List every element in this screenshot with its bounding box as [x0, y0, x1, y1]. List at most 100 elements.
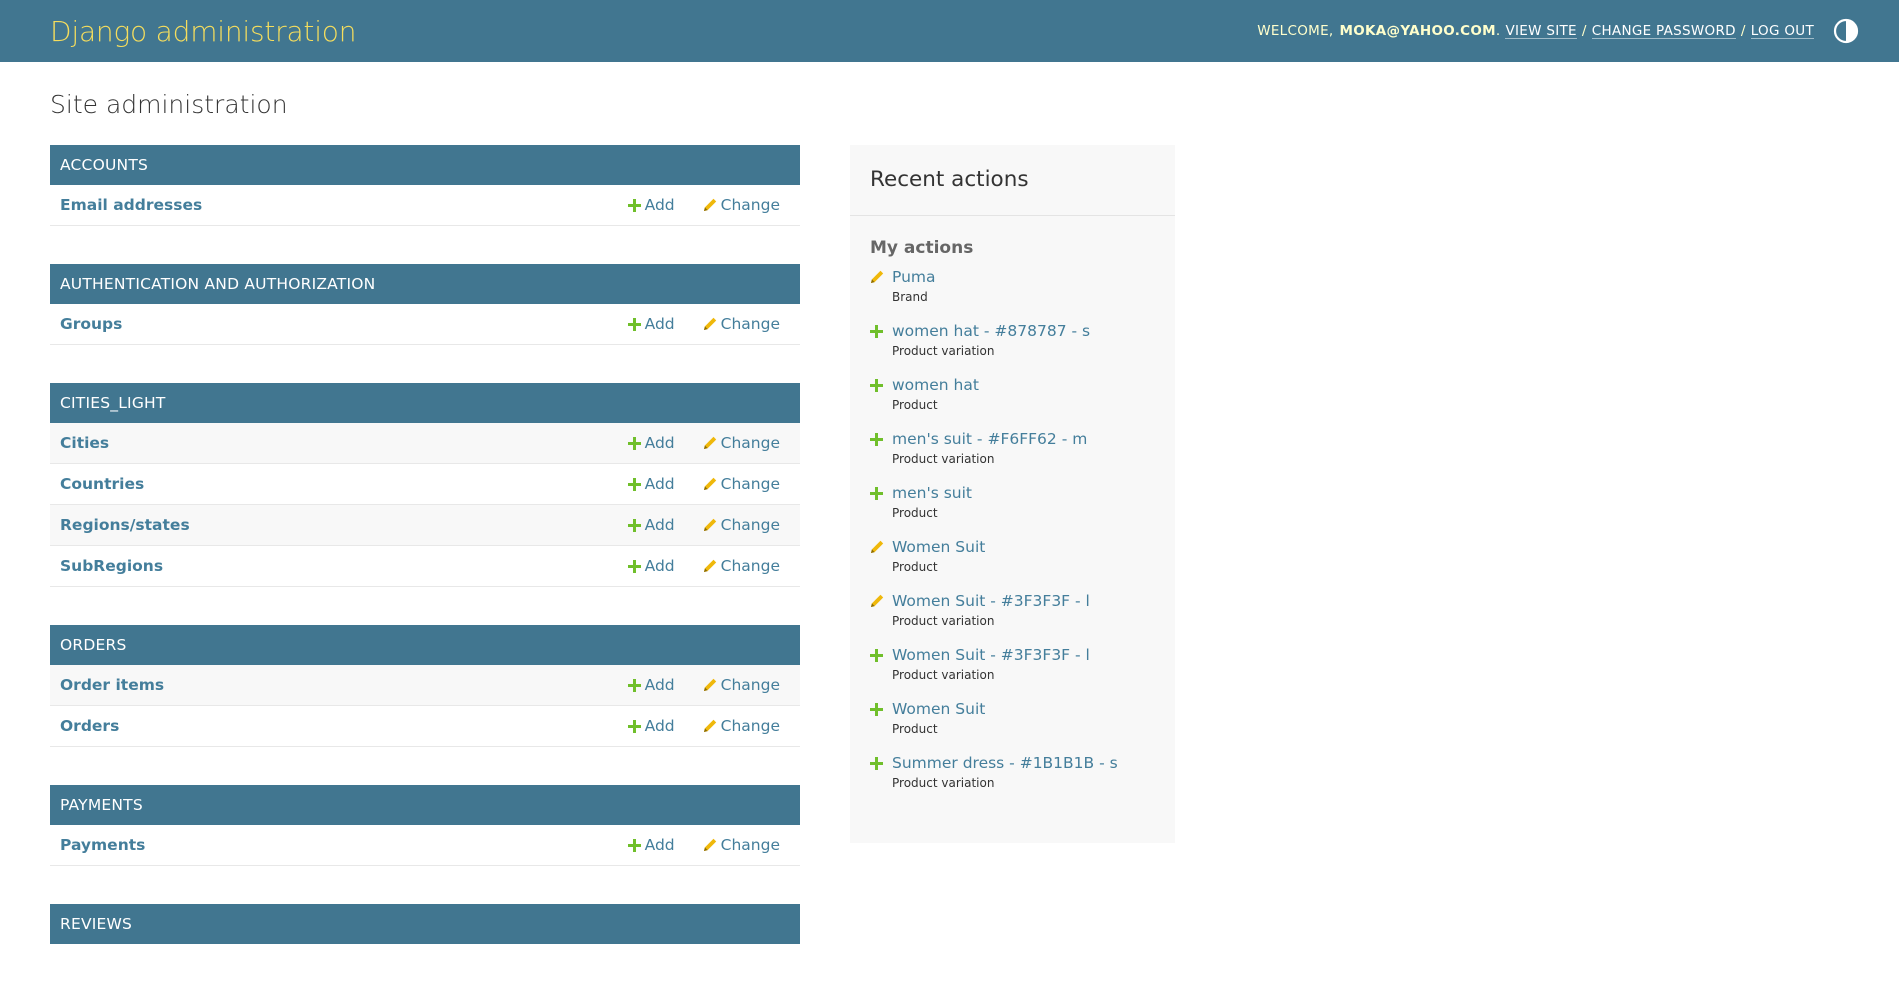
- action-item: women hat Product: [870, 374, 1155, 428]
- change-label: Change: [720, 434, 780, 452]
- model-name-link[interactable]: Countries: [60, 475, 628, 493]
- action-item: Women Suit Product: [870, 698, 1155, 752]
- separator: /: [1740, 23, 1746, 39]
- action-link[interactable]: women hat: [892, 374, 979, 396]
- change-label: Change: [720, 557, 780, 575]
- add-label: Add: [644, 516, 675, 534]
- action-link[interactable]: men's suit: [892, 482, 972, 504]
- model-name-link[interactable]: Payments: [60, 836, 628, 854]
- add-link[interactable]: Add: [627, 557, 675, 575]
- add-label: Add: [644, 315, 675, 333]
- action-type: Product: [892, 506, 938, 520]
- action-link[interactable]: Puma: [892, 266, 936, 288]
- add-label: Add: [644, 434, 675, 452]
- action-type: Product variation: [892, 452, 995, 466]
- change-password-link[interactable]: CHANGE PASSWORD: [1591, 24, 1736, 39]
- app-module: ORDERS Order items Add Change Orders Add Chang…: [50, 625, 800, 747]
- change-link[interactable]: Change: [703, 557, 780, 575]
- model-row: Groups Add Change: [50, 304, 800, 345]
- action-type: Product variation: [892, 668, 995, 682]
- site-branding[interactable]: Django administration: [50, 15, 356, 48]
- change-link[interactable]: Change: [703, 836, 780, 854]
- action-text: Summer dress - #1B1B1B - s Product variat…: [892, 752, 1118, 806]
- change-label: Change: [720, 836, 780, 854]
- pencil-icon: [703, 719, 717, 733]
- model-list: Payments Add Change: [50, 825, 800, 866]
- change-link[interactable]: Change: [703, 717, 780, 735]
- view-site-link[interactable]: VIEW SITE: [1505, 24, 1577, 39]
- user-tools: WELCOME, MOKA@YAHOO.COM . VIEW SITE / CH…: [1257, 18, 1859, 44]
- module-caption[interactable]: REVIEWS: [50, 904, 800, 944]
- page-title: Site administration: [50, 90, 288, 119]
- action-link[interactable]: Women Suit: [892, 536, 985, 558]
- model-name-link[interactable]: Cities: [60, 434, 628, 452]
- action-text: Puma Brand: [892, 266, 936, 320]
- action-link[interactable]: women hat - #878787 - s: [892, 320, 1090, 342]
- action-link[interactable]: Summer dress - #1B1B1B - s: [892, 752, 1118, 774]
- change-link[interactable]: Change: [703, 676, 780, 694]
- action-link[interactable]: Women Suit - #3F3F3F - l: [892, 644, 1090, 666]
- model-row: Payments Add Change: [50, 825, 800, 866]
- plus-icon: [870, 698, 892, 752]
- add-link[interactable]: Add: [627, 315, 675, 333]
- plus-icon: [627, 198, 641, 212]
- plus-icon: [627, 317, 641, 331]
- action-text: Women Suit Product: [892, 698, 985, 752]
- action-link[interactable]: Women Suit - #3F3F3F - l: [892, 590, 1090, 612]
- change-label: Change: [720, 475, 780, 493]
- action-link[interactable]: men's suit - #F6FF62 - m: [892, 428, 1087, 450]
- module-caption[interactable]: ORDERS: [50, 625, 800, 665]
- action-text: Women Suit Product: [892, 536, 985, 590]
- action-type: Product variation: [892, 776, 995, 790]
- add-link[interactable]: Add: [627, 676, 675, 694]
- plus-icon: [870, 482, 892, 536]
- add-label: Add: [644, 836, 675, 854]
- plus-icon: [627, 436, 641, 450]
- add-link[interactable]: Add: [627, 717, 675, 735]
- model-row: Cities Add Change: [50, 423, 800, 464]
- theme-toggle-icon[interactable]: [1833, 18, 1859, 44]
- recent-actions-title: Recent actions: [850, 145, 1175, 216]
- model-list: Groups Add Change: [50, 304, 800, 345]
- model-row: Orders Add Change: [50, 706, 800, 747]
- pencil-icon: [703, 838, 717, 852]
- change-link[interactable]: Change: [703, 475, 780, 493]
- action-item: Women Suit - #3F3F3F - l Product variatio…: [870, 644, 1155, 698]
- add-link[interactable]: Add: [627, 475, 675, 493]
- model-name-link[interactable]: Order items: [60, 676, 628, 694]
- action-link[interactable]: Women Suit: [892, 698, 985, 720]
- module-caption[interactable]: AUTHENTICATION AND AUTHORIZATION: [50, 264, 800, 304]
- add-link[interactable]: Add: [627, 434, 675, 452]
- action-type: Product variation: [892, 344, 995, 358]
- action-text: Women Suit - #3F3F3F - l Product variatio…: [892, 644, 1090, 698]
- pencil-icon: [703, 317, 717, 331]
- add-link[interactable]: Add: [627, 516, 675, 534]
- change-link[interactable]: Change: [703, 196, 780, 214]
- plus-icon: [627, 477, 641, 491]
- app-module: CITIES_LIGHT Cities Add Change Countries Add C…: [50, 383, 800, 587]
- change-link[interactable]: Change: [703, 315, 780, 333]
- add-label: Add: [644, 717, 675, 735]
- log-out-link[interactable]: LOG OUT: [1750, 24, 1814, 39]
- change-label: Change: [720, 516, 780, 534]
- add-link[interactable]: Add: [627, 836, 675, 854]
- model-name-link[interactable]: SubRegions: [60, 557, 628, 575]
- model-name-link[interactable]: Regions/states: [60, 516, 628, 534]
- plus-icon: [870, 320, 892, 374]
- change-link[interactable]: Change: [703, 434, 780, 452]
- module-caption[interactable]: PAYMENTS: [50, 785, 800, 825]
- action-text: women hat Product: [892, 374, 979, 428]
- model-name-link[interactable]: Groups: [60, 315, 628, 333]
- add-link[interactable]: Add: [627, 196, 675, 214]
- model-name-link[interactable]: Orders: [60, 717, 628, 735]
- module-caption[interactable]: CITIES_LIGHT: [50, 383, 800, 423]
- model-row: Email addresses Add Change: [50, 185, 800, 226]
- change-link[interactable]: Change: [703, 516, 780, 534]
- module-caption[interactable]: ACCOUNTS: [50, 145, 800, 185]
- welcome-text: WELCOME,: [1257, 23, 1334, 39]
- model-list: Email addresses Add Change: [50, 185, 800, 226]
- plus-icon: [627, 559, 641, 573]
- model-name-link[interactable]: Email addresses: [60, 196, 628, 214]
- action-item: Women Suit Product: [870, 536, 1155, 590]
- change-label: Change: [720, 196, 780, 214]
